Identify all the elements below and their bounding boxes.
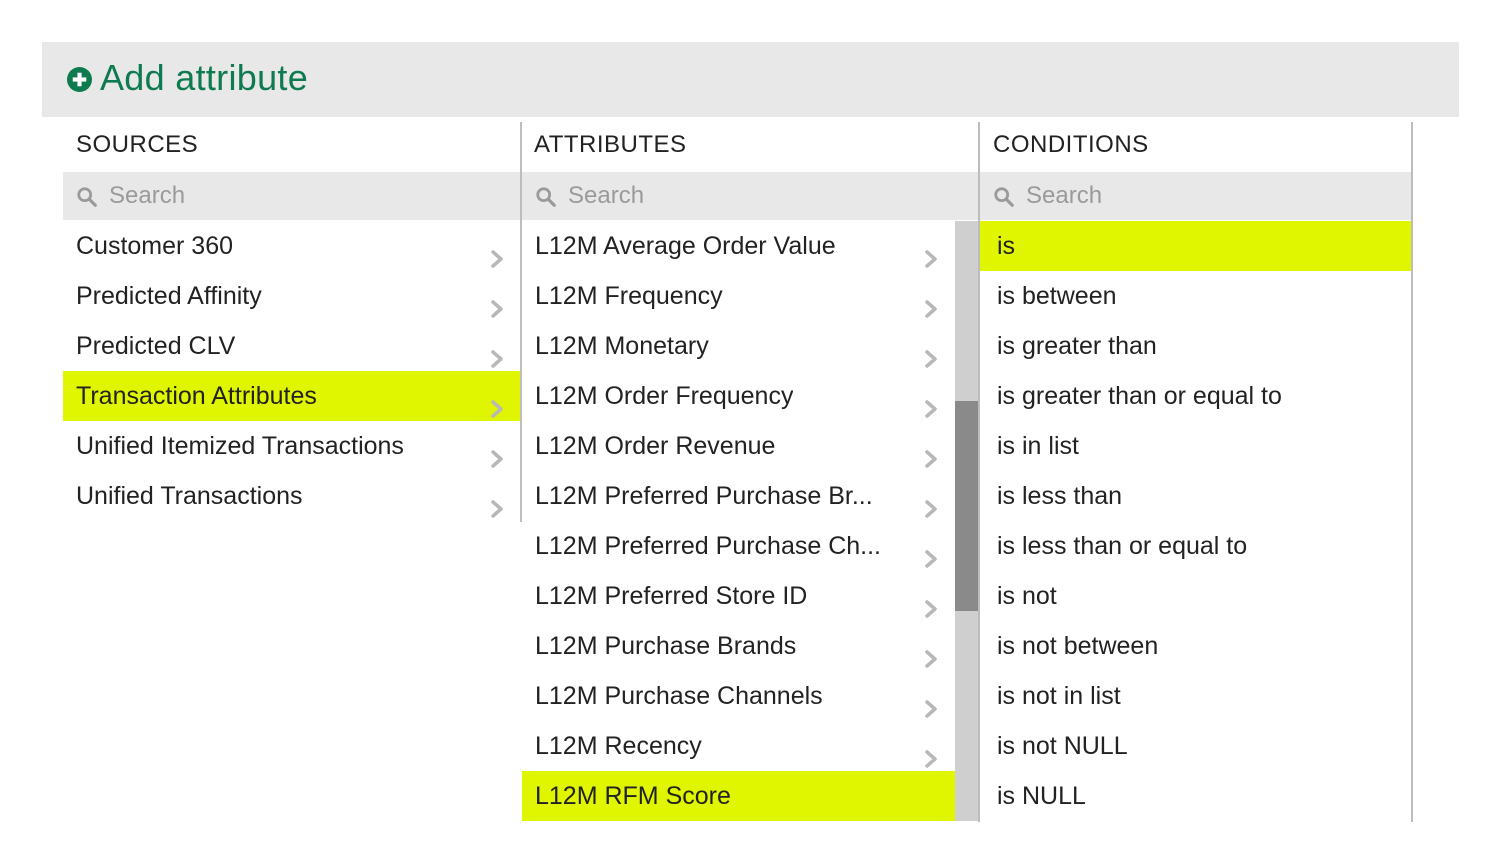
attributes-item-label: L12M Purchase Channels (535, 682, 823, 710)
attributes-list-item[interactable]: L12M Order Revenue (522, 421, 955, 471)
attributes-search (522, 172, 978, 220)
sources-item-label: Predicted CLV (76, 332, 236, 360)
attributes-item-label: L12M RFM Score (535, 782, 731, 810)
conditions-search (980, 172, 1411, 220)
sources-list-item[interactable]: Transaction Attributes (63, 371, 520, 421)
conditions-item-label: is (997, 232, 1016, 260)
attributes-scrollbar-thumb[interactable] (955, 401, 979, 611)
chevron-right-icon (924, 536, 938, 568)
conditions-item-label: is not between (997, 632, 1159, 660)
sources-column-title: SOURCES (76, 131, 199, 158)
attributes-column-title: ATTRIBUTES (534, 131, 687, 158)
chevron-right-icon (924, 336, 938, 368)
conditions-list-item[interactable]: is less than (980, 471, 1413, 521)
chevron-right-icon (924, 686, 938, 718)
sources-list-item[interactable]: Unified Transactions (63, 471, 520, 521)
chevron-right-icon (490, 486, 504, 518)
search-icon (994, 187, 1014, 207)
chevron-right-icon (490, 286, 504, 318)
sources-item-label: Unified Transactions (76, 482, 303, 510)
conditions-list-item[interactable]: is not between (980, 621, 1413, 671)
plus-circle-icon (67, 67, 92, 92)
conditions-item-label: is NULL (997, 782, 1086, 810)
add-attribute-header[interactable]: Add attribute (42, 42, 1459, 117)
conditions-item-label: is not in list (997, 682, 1121, 710)
attributes-list-item[interactable]: L12M Preferred Store ID (522, 571, 955, 621)
conditions-list-item[interactable]: is less than or equal to (980, 521, 1413, 571)
sources-list-item[interactable]: Customer 360 (63, 221, 520, 271)
sources-list-item[interactable]: Predicted Affinity (63, 271, 520, 321)
attributes-list-item[interactable]: L12M Purchase Channels (522, 671, 955, 721)
attributes-list-item[interactable]: L12M Order Frequency (522, 371, 955, 421)
attributes-list-item[interactable]: L12M Frequency (522, 271, 955, 321)
sources-divider (520, 122, 522, 522)
sources-search (63, 172, 520, 220)
conditions-item-label: is greater than or equal to (997, 382, 1282, 410)
attributes-item-label: L12M Average Order Value (535, 232, 836, 260)
conditions-item-label: is not (997, 582, 1057, 610)
attributes-item-label: L12M Recency (535, 732, 702, 760)
sources-search-input[interactable] (109, 172, 449, 220)
conditions-list-item[interactable]: is not in list (980, 671, 1413, 721)
conditions-list-item[interactable]: is greater than or equal to (980, 371, 1413, 421)
chevron-right-icon (924, 386, 938, 418)
conditions-list-item[interactable]: is NULL (980, 771, 1413, 821)
chevron-right-icon (490, 386, 504, 418)
attributes-list-item[interactable]: L12M Preferred Purchase Br... (522, 471, 955, 521)
attributes-list-item[interactable]: L12M Monetary (522, 321, 955, 371)
chevron-right-icon (924, 236, 938, 268)
chevron-right-icon (924, 736, 938, 768)
attributes-item-label: L12M Frequency (535, 282, 723, 310)
conditions-item-label: is less than or equal to (997, 532, 1248, 560)
sources-list-item[interactable]: Predicted CLV (63, 321, 520, 371)
search-icon (536, 187, 556, 207)
sources-list-item[interactable]: Unified Itemized Transactions (63, 421, 520, 471)
attributes-list-item[interactable]: L12M RFM Score (522, 771, 955, 821)
attributes-item-label: L12M Preferred Store ID (535, 582, 808, 610)
attributes-search-input[interactable] (568, 172, 908, 220)
conditions-item-label: is not NULL (997, 732, 1128, 760)
attributes-item-label: L12M Order Revenue (535, 432, 776, 460)
attributes-list-item[interactable]: L12M Recency (522, 721, 955, 771)
conditions-search-input[interactable] (1026, 172, 1366, 220)
chevron-right-icon (924, 586, 938, 618)
conditions-list-item[interactable]: is greater than (980, 321, 1413, 371)
chevron-right-icon (924, 636, 938, 668)
conditions-item-label: is between (997, 282, 1117, 310)
chevron-right-icon (924, 286, 938, 318)
conditions-list-item[interactable]: is not (980, 571, 1413, 621)
chevron-right-icon (490, 436, 504, 468)
add-attribute-title: Add attribute (100, 57, 309, 98)
chevron-right-icon (924, 486, 938, 518)
sources-item-label: Transaction Attributes (76, 382, 317, 410)
attributes-item-label: L12M Monetary (535, 332, 709, 360)
attributes-item-label: L12M Preferred Purchase Br... (535, 482, 873, 510)
conditions-divider (1411, 122, 1413, 822)
conditions-item-label: is greater than (997, 332, 1157, 360)
attributes-scrollbar[interactable] (955, 221, 979, 821)
attributes-list-item[interactable]: L12M Purchase Brands (522, 621, 955, 671)
attributes-list-item[interactable]: L12M Average Order Value (522, 221, 955, 271)
sources-item-label: Predicted Affinity (76, 282, 262, 310)
attributes-list-item[interactable]: L12M Preferred Purchase Ch... (522, 521, 955, 571)
chevron-right-icon (490, 236, 504, 268)
sources-item-label: Unified Itemized Transactions (76, 432, 404, 460)
chevron-right-icon (490, 336, 504, 368)
conditions-item-label: is less than (997, 482, 1123, 510)
attributes-item-label: L12M Preferred Purchase Ch... (535, 532, 881, 560)
conditions-column-title: CONDITIONS (993, 131, 1149, 158)
conditions-item-label: is in list (997, 432, 1079, 460)
attributes-item-label: L12M Order Frequency (535, 382, 794, 410)
search-icon (77, 187, 97, 207)
sources-item-label: Customer 360 (76, 232, 234, 260)
chevron-right-icon (924, 436, 938, 468)
attributes-divider (978, 122, 980, 822)
conditions-list-item[interactable]: is in list (980, 421, 1413, 471)
conditions-list-item[interactable]: is not NULL (980, 721, 1413, 771)
conditions-list-item[interactable]: is between (980, 271, 1413, 321)
conditions-list-item[interactable]: is (980, 221, 1413, 271)
attributes-item-label: L12M Purchase Brands (535, 632, 797, 660)
